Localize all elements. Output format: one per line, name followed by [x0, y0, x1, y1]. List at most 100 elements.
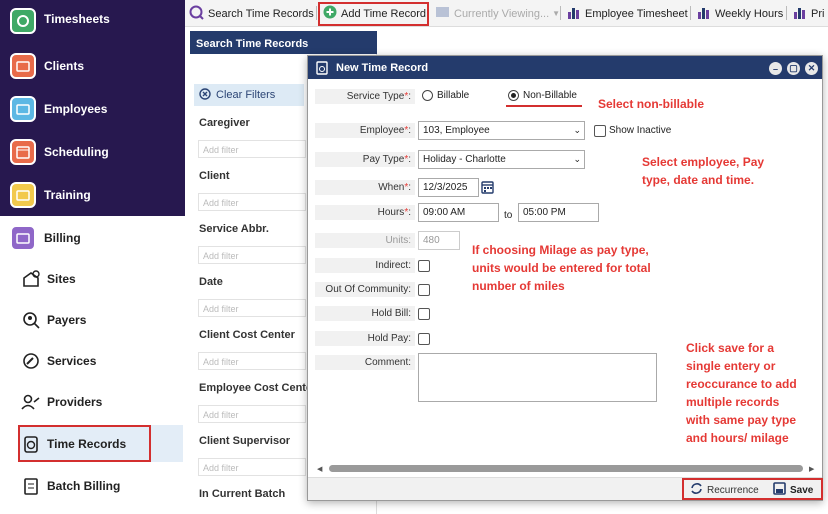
- weekly-hours-button[interactable]: Weekly Hours: [697, 5, 783, 22]
- bar-chart-icon: [567, 5, 581, 22]
- maximize-icon[interactable]: ▢: [787, 62, 800, 75]
- clipboard-clock-icon: [316, 61, 328, 78]
- close-circle-icon: [199, 87, 211, 103]
- toolbar-divider: [316, 6, 317, 20]
- indirect-label: Indirect:: [315, 258, 415, 273]
- sidebar-item-timesheets[interactable]: Timesheets: [0, 0, 185, 41]
- sidebar-item-sites[interactable]: Sites: [0, 260, 185, 298]
- units-label: Units:: [315, 233, 415, 248]
- hold-bill-label: Hold Bill:: [315, 306, 415, 321]
- hours-from-input[interactable]: 09:00 AM: [418, 203, 499, 222]
- sidebar-item-providers[interactable]: Providers: [0, 383, 185, 421]
- highlight-box: [682, 478, 823, 500]
- filter-input[interactable]: Add filter: [198, 405, 306, 423]
- when-input[interactable]: 12/3/2025: [418, 178, 479, 197]
- currently-viewing-dropdown[interactable]: Currently Viewing... ▼: [435, 5, 560, 22]
- folder-icon: [10, 224, 36, 251]
- chevron-down-icon: ⌄: [573, 125, 581, 135]
- clock-icon: [10, 8, 36, 34]
- hold-bill-checkbox[interactable]: [418, 308, 430, 320]
- show-inactive-checkbox[interactable]: [594, 125, 606, 137]
- horizontal-scrollbar[interactable]: ◀ ▶: [315, 464, 821, 474]
- close-icon[interactable]: ✕: [805, 62, 818, 75]
- indirect-checkbox[interactable]: [418, 260, 430, 272]
- filter-input[interactable]: Add filter: [198, 352, 306, 370]
- bar-chart-icon: [697, 5, 711, 22]
- annotation-milage: If choosing Milage as pay type, units wo…: [472, 243, 651, 293]
- batch-billing-icon: [20, 475, 42, 497]
- filter-label: Client Cost Center: [199, 329, 295, 341]
- filter-input[interactable]: Add filter: [198, 458, 306, 476]
- hold-pay-checkbox[interactable]: [418, 333, 430, 345]
- out-of-community-checkbox[interactable]: [418, 284, 430, 296]
- hours-to-input[interactable]: 05:00 PM: [518, 203, 599, 222]
- employee-select[interactable]: 103, Employee ⌄: [418, 121, 585, 140]
- toolbar-divider: [560, 6, 561, 20]
- filter-label: In Current Batch: [199, 488, 286, 500]
- search-icon: [189, 5, 204, 23]
- sidebar-item-billing[interactable]: Billing: [0, 216, 185, 259]
- folder-icon: [10, 95, 36, 122]
- comment-label: Comment:: [315, 355, 415, 370]
- search-panel-title: Search Time Records: [190, 31, 377, 54]
- out-of-community-label: Out Of Community:: [315, 282, 415, 297]
- filter-input[interactable]: Add filter: [198, 246, 306, 264]
- sidebar-item-training[interactable]: Training: [0, 173, 185, 216]
- pay-type-label: Pay Type*:: [315, 152, 415, 167]
- show-inactive-label: Show Inactive: [609, 125, 672, 136]
- underline-mark: [506, 105, 582, 107]
- toolbar-divider: [690, 6, 691, 20]
- filter-input[interactable]: Add filter: [198, 299, 306, 317]
- chevron-down-icon: ▼: [552, 9, 561, 18]
- radio-selected-icon: [508, 90, 519, 101]
- annotation-save: Click save for a single entery or reoccu…: [686, 341, 797, 445]
- non-billable-radio[interactable]: Non-Billable: [508, 90, 577, 101]
- scroll-right-icon[interactable]: ▶: [809, 465, 814, 473]
- filter-label: Client Supervisor: [199, 435, 291, 447]
- scroll-left-icon[interactable]: ◀: [317, 465, 322, 473]
- comment-textarea[interactable]: [418, 353, 657, 402]
- filter-input[interactable]: Add filter: [198, 140, 306, 158]
- services-icon: [20, 350, 42, 372]
- employee-timesheet-button[interactable]: Employee Timesheet: [567, 5, 688, 22]
- pay-type-select[interactable]: Holiday - Charlotte ⌄: [418, 150, 585, 169]
- dialog-titlebar: New Time Record – ▢ ✕: [308, 56, 822, 79]
- units-input[interactable]: 480: [418, 231, 460, 250]
- folder-icon: [10, 52, 36, 79]
- scrollbar-thumb[interactable]: [329, 465, 803, 472]
- filter-label: Client: [199, 170, 230, 182]
- hold-pay-label: Hold Pay:: [315, 331, 415, 346]
- annotation-non-billable: Select non-billable: [598, 97, 705, 111]
- sidebar-item-services[interactable]: Services: [0, 342, 185, 380]
- sidebar-item-batch-billing[interactable]: Batch Billing: [0, 467, 185, 505]
- search-time-records-button[interactable]: Search Time Records: [189, 5, 314, 22]
- calendar-icon[interactable]: [481, 180, 494, 197]
- service-type-label: Service Type*:: [315, 89, 415, 104]
- radio-empty-icon: [422, 90, 433, 101]
- filter-label: Caregiver: [199, 117, 250, 129]
- toolbar-divider: [786, 6, 787, 20]
- chevron-down-icon: ⌄: [573, 154, 581, 164]
- sites-icon: [20, 268, 42, 290]
- filter-label: Date: [199, 276, 223, 288]
- dialog-title: New Time Record: [336, 62, 429, 74]
- filter-input[interactable]: Add filter: [198, 193, 306, 211]
- payers-icon: [20, 309, 42, 331]
- screen-icon: [435, 6, 450, 22]
- to-label: to: [504, 210, 513, 221]
- annotation-employee: Select employee, Pay type, date and time…: [642, 155, 765, 187]
- sidebar-item-employees[interactable]: Employees: [0, 87, 185, 130]
- when-label: When*:: [315, 180, 415, 195]
- billable-radio[interactable]: Billable: [422, 90, 469, 101]
- calendar-icon: [10, 138, 36, 165]
- filter-label: Service Abbr.: [199, 223, 269, 235]
- folder-icon: [10, 181, 36, 208]
- sidebar-item-scheduling[interactable]: Scheduling: [0, 130, 185, 173]
- employee-label: Employee*:: [315, 123, 415, 138]
- minimize-icon[interactable]: –: [769, 62, 782, 75]
- sidebar-item-payers[interactable]: Payers: [0, 301, 185, 339]
- sidebar-item-clients[interactable]: Clients: [0, 44, 185, 87]
- clear-filters-button[interactable]: Clear Filters: [194, 84, 304, 106]
- highlight-box: [318, 2, 429, 26]
- print-button[interactable]: Pri: [793, 5, 824, 22]
